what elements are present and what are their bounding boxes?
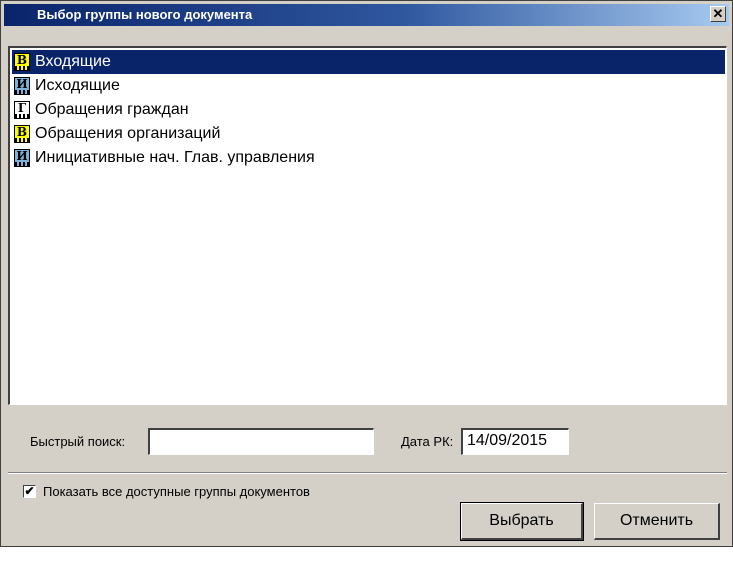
list-item[interactable]: В Обращения организаций: [12, 122, 725, 146]
list-item-label: Исходящие: [35, 77, 120, 94]
doc-group-citizens-icon: Г: [14, 101, 30, 119]
doc-group-in-icon: В: [14, 125, 30, 143]
show-all-checkbox[interactable]: ✔: [23, 485, 36, 498]
date-label: Дата РК:: [401, 434, 454, 449]
select-button[interactable]: Выбрать: [460, 502, 584, 541]
cancel-button[interactable]: Отменить: [594, 503, 720, 540]
quick-search-input[interactable]: [148, 428, 374, 455]
doc-group-out-icon: И: [14, 77, 30, 95]
divider: [8, 472, 727, 474]
window-title: Выбор группы нового документа: [37, 7, 253, 22]
list-item-label: Входящие: [35, 53, 111, 70]
list-item[interactable]: В Входящие: [12, 50, 725, 74]
list-item[interactable]: Г Обращения граждан: [12, 98, 725, 122]
dialog-window: Выбор группы нового документа ✕ В Входящ…: [0, 0, 733, 547]
title-bar[interactable]: Выбор группы нового документа ✕: [4, 4, 729, 26]
list-item-label: Обращения организаций: [35, 125, 221, 142]
document-group-list[interactable]: В Входящие И Исходящие Г Обращения гражд…: [8, 46, 727, 405]
close-icon: ✕: [712, 6, 724, 21]
quick-search-label: Быстрый поиск:: [30, 434, 126, 449]
list-item[interactable]: И Инициативные нач. Глав. управления: [12, 146, 725, 170]
show-all-label[interactable]: Показать все доступные группы документов: [43, 484, 310, 499]
list-item[interactable]: И Исходящие: [12, 74, 725, 98]
doc-group-out-icon: И: [14, 149, 30, 167]
list-item-label: Обращения граждан: [35, 101, 189, 118]
check-icon: ✔: [24, 484, 35, 498]
doc-group-in-icon: В: [14, 53, 30, 71]
list-item-label: Инициативные нач. Глав. управления: [35, 149, 315, 166]
close-button[interactable]: ✕: [710, 6, 726, 22]
date-field[interactable]: 14/09/2015: [461, 428, 569, 455]
